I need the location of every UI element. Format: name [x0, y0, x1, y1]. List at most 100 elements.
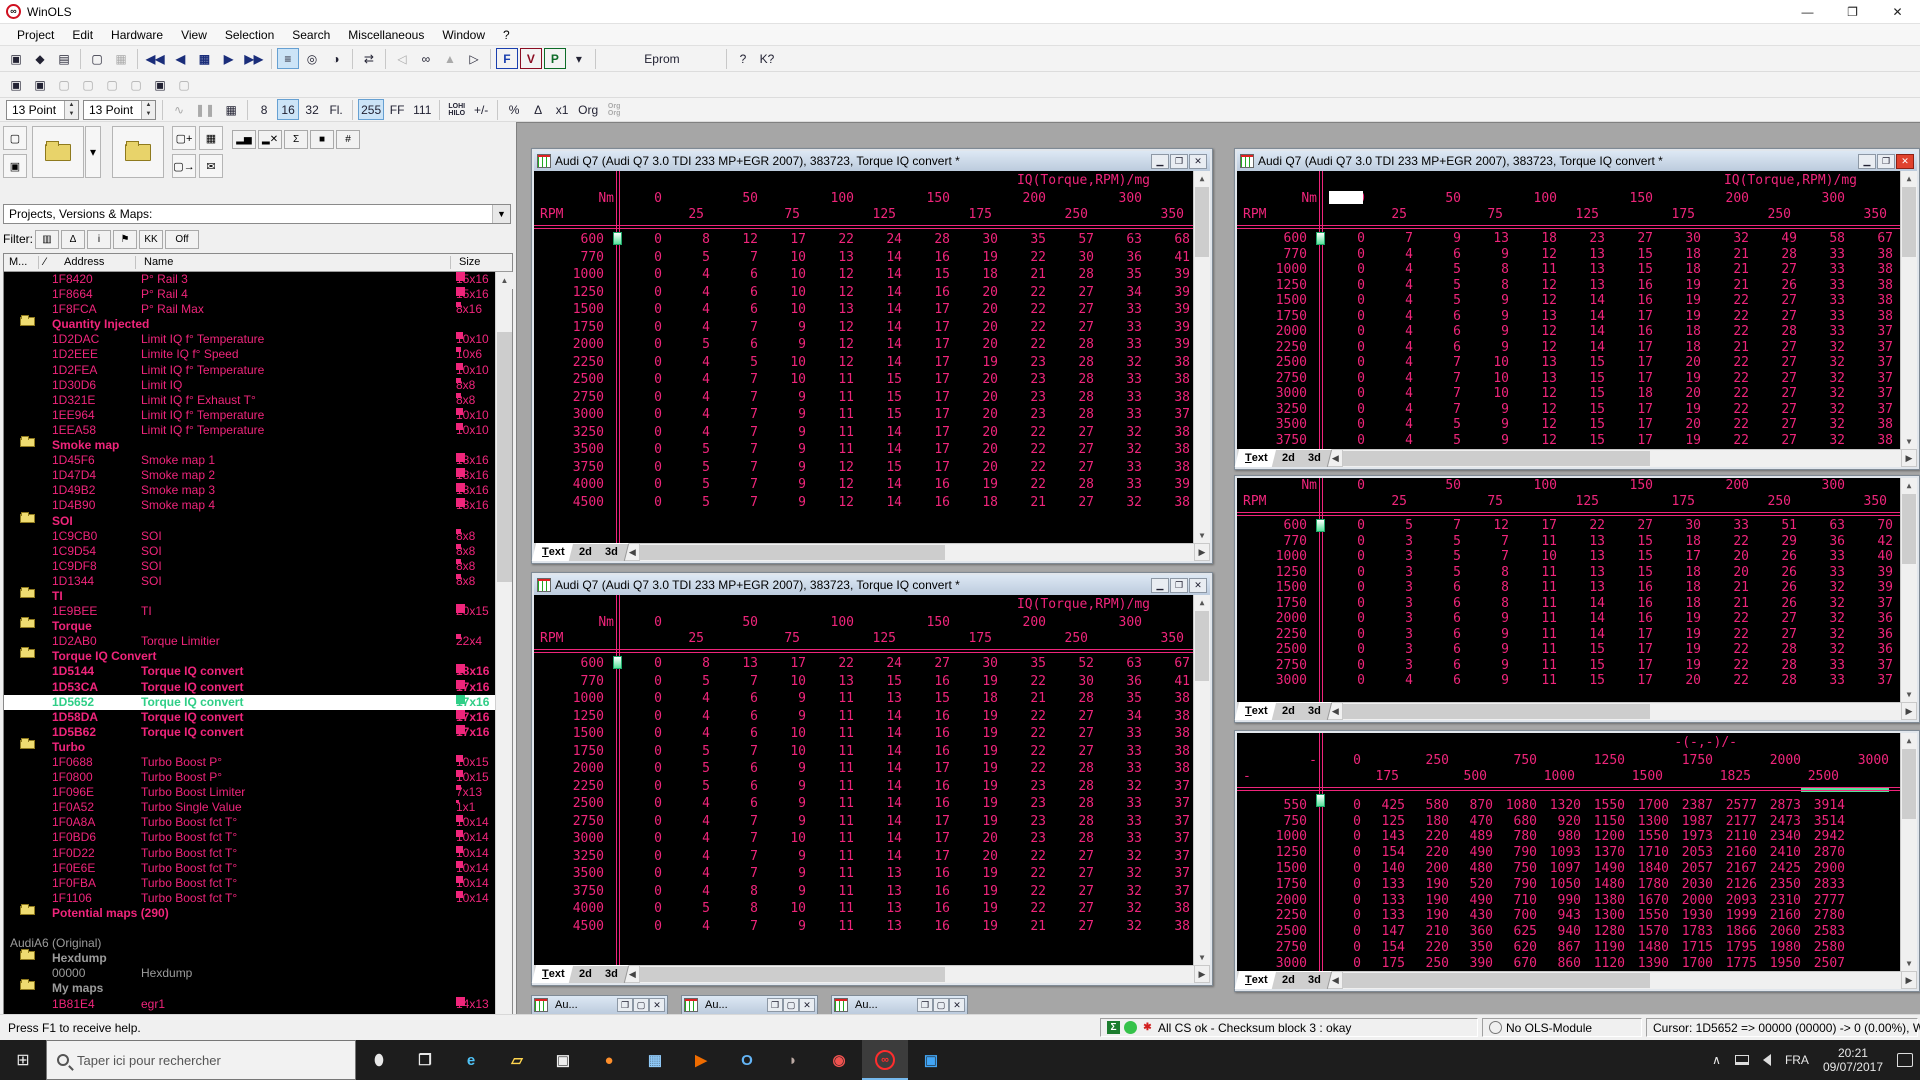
map-cell[interactable]: 13 [854, 883, 902, 901]
map-cell[interactable]: 27 [1749, 371, 1797, 387]
rpm-value[interactable]: 2250 [1237, 627, 1317, 643]
child-close-button[interactable]: ✕ [1189, 578, 1207, 593]
map-cell[interactable]: 15 [1605, 565, 1653, 581]
map-cell[interactable]: 22 [1701, 433, 1749, 449]
map-cell[interactable]: 3 [1365, 534, 1413, 550]
map-cell[interactable]: 0 [614, 848, 662, 866]
map-cell[interactable]: 20 [1701, 549, 1749, 565]
map-cell[interactable]: 0 [614, 900, 662, 918]
map-cell[interactable]: 15 [1605, 247, 1653, 263]
axis-value[interactable]: 150 [1605, 478, 1653, 493]
axis-value[interactable]: 0 [1317, 478, 1365, 493]
map-cell[interactable]: 19 [950, 795, 998, 813]
map-cell[interactable]: 17 [902, 441, 950, 459]
wave-icon[interactable]: ∿ [168, 99, 190, 120]
map-cell[interactable]: 20 [1701, 565, 1749, 581]
map-cell[interactable]: 27 [1749, 417, 1797, 433]
new-project-icon[interactable]: ▣ [5, 48, 27, 69]
map-cell[interactable]: 37 [1845, 596, 1893, 612]
map-cell[interactable]: 28 [1749, 642, 1797, 658]
map-cell-partial[interactable]: 3 [1845, 856, 1875, 872]
map-cell[interactable]: 23 [998, 389, 1046, 407]
map-cell[interactable]: 22 [998, 301, 1046, 319]
map-cell[interactable]: 11 [806, 406, 854, 424]
map-cell[interactable]: 67 [1845, 231, 1893, 247]
menu-miscellaneous[interactable]: Miscellaneous [339, 25, 433, 45]
map-cell[interactable]: 11 [806, 743, 854, 761]
map-cell[interactable]: 7 [1461, 534, 1509, 550]
child-close-button[interactable]: ✕ [799, 998, 815, 1012]
tree-map-row[interactable]: 1D5144Torque IQ convert18x16 [4, 664, 495, 679]
map-cell[interactable]: 23 [998, 406, 1046, 424]
help-icon[interactable]: ? [732, 48, 754, 69]
map-cell[interactable]: 30 [1046, 673, 1094, 691]
map-cell[interactable]: 37 [1142, 778, 1190, 796]
map-cell[interactable]: 3 [1365, 565, 1413, 581]
map-cell[interactable]: 9 [758, 778, 806, 796]
scroll-up-icon[interactable]: ▲ [1901, 171, 1917, 186]
map-cell[interactable]: 23 [998, 813, 1046, 831]
map-cell[interactable]: 3 [1365, 549, 1413, 565]
map-cell[interactable]: 12 [806, 319, 854, 337]
map-cell[interactable]: 27 [1046, 494, 1094, 512]
map-cell[interactable]: 16 [902, 494, 950, 512]
import-project-button[interactable] [112, 126, 164, 178]
map-cell[interactable]: 49 [1749, 231, 1797, 247]
map-cell[interactable]: 29 [1749, 534, 1797, 550]
map-cell[interactable]: 10 [1461, 355, 1509, 371]
map-cell[interactable]: 14 [854, 760, 902, 778]
map-cell[interactable]: 38 [1142, 725, 1190, 743]
map-cell[interactable]: 390 [1449, 956, 1493, 971]
map-cell[interactable]: 14 [854, 249, 902, 267]
tree-map-row[interactable]: 1D321ELimit IQ f° Exhaust T°8x8 [4, 393, 495, 408]
rpm-value[interactable]: 2250 [534, 778, 614, 796]
rpm-value[interactable]: 2750 [1237, 371, 1317, 387]
hscroll-thumb[interactable] [640, 545, 945, 560]
map-cell[interactable]: 17 [1605, 355, 1653, 371]
map-cell[interactable]: 19 [1653, 642, 1701, 658]
map-cell[interactable]: 32 [1797, 417, 1845, 433]
map-cell[interactable]: 21 [1701, 340, 1749, 356]
rpm-value[interactable]: 2250 [1237, 340, 1317, 356]
rpm-value[interactable]: 770 [534, 249, 614, 267]
scroll-down-icon[interactable]: ▼ [1194, 528, 1210, 543]
map-cell[interactable]: 39 [1142, 266, 1190, 284]
tree-map-row[interactable]: 00000Hexdump [4, 966, 495, 981]
map-cell[interactable]: 15 [1557, 371, 1605, 387]
map-cell[interactable]: 36 [1094, 673, 1142, 691]
map-cell[interactable]: 22 [1701, 673, 1749, 689]
axis-value[interactable]: 0 [614, 615, 662, 630]
map-cell[interactable]: 19 [1653, 658, 1701, 674]
map-cell[interactable]: 9 [1461, 642, 1509, 658]
tree-map-row[interactable]: 1D45F6Smoke map 113x16 [4, 453, 495, 468]
map-cell[interactable]: 14 [1557, 611, 1605, 627]
map-cell[interactable]: 38 [1142, 389, 1190, 407]
percent-button[interactable]: % [503, 99, 525, 120]
times-one-button[interactable]: x1 [551, 99, 573, 120]
chip-button[interactable]: ▦ [199, 126, 223, 150]
map-cell[interactable]: 13 [854, 900, 902, 918]
map-cell[interactable]: 5 [662, 476, 710, 494]
map-cell[interactable]: 39 [1845, 580, 1893, 596]
map-cell[interactable]: 7 [710, 918, 758, 936]
rpm-value[interactable]: 1500 [534, 301, 614, 319]
map-cell[interactable]: 4 [1365, 417, 1413, 433]
map-cell[interactable]: 33 [1094, 476, 1142, 494]
map-cell[interactable]: 38 [1142, 900, 1190, 918]
map-cell[interactable]: 21 [998, 918, 1046, 936]
map-cell[interactable]: 22 [998, 441, 1046, 459]
last-version-icon[interactable]: ▶▶ [241, 48, 265, 69]
map-cell[interactable]: 7 [710, 673, 758, 691]
map-cell[interactable]: 9 [1461, 324, 1509, 340]
map-cell[interactable]: 7 [710, 848, 758, 866]
map-cell[interactable]: 5 [1413, 417, 1461, 433]
tree-map-row[interactable]: 1F0FBATurbo Boost fct T°10x14 [4, 876, 495, 891]
axis-value[interactable]: 25 [656, 207, 704, 222]
map-cell[interactable]: 13 [1557, 278, 1605, 294]
rpm-value[interactable]: 1250 [534, 708, 614, 726]
map-cell[interactable]: 32 [1094, 424, 1142, 442]
map-cell[interactable]: 22 [998, 760, 1046, 778]
tree-map-row[interactable]: 1F0A8ATurbo Boost fct T°10x14 [4, 815, 495, 830]
map-cell[interactable]: 27 [1749, 262, 1797, 278]
rpm-value[interactable]: 600 [534, 655, 614, 673]
